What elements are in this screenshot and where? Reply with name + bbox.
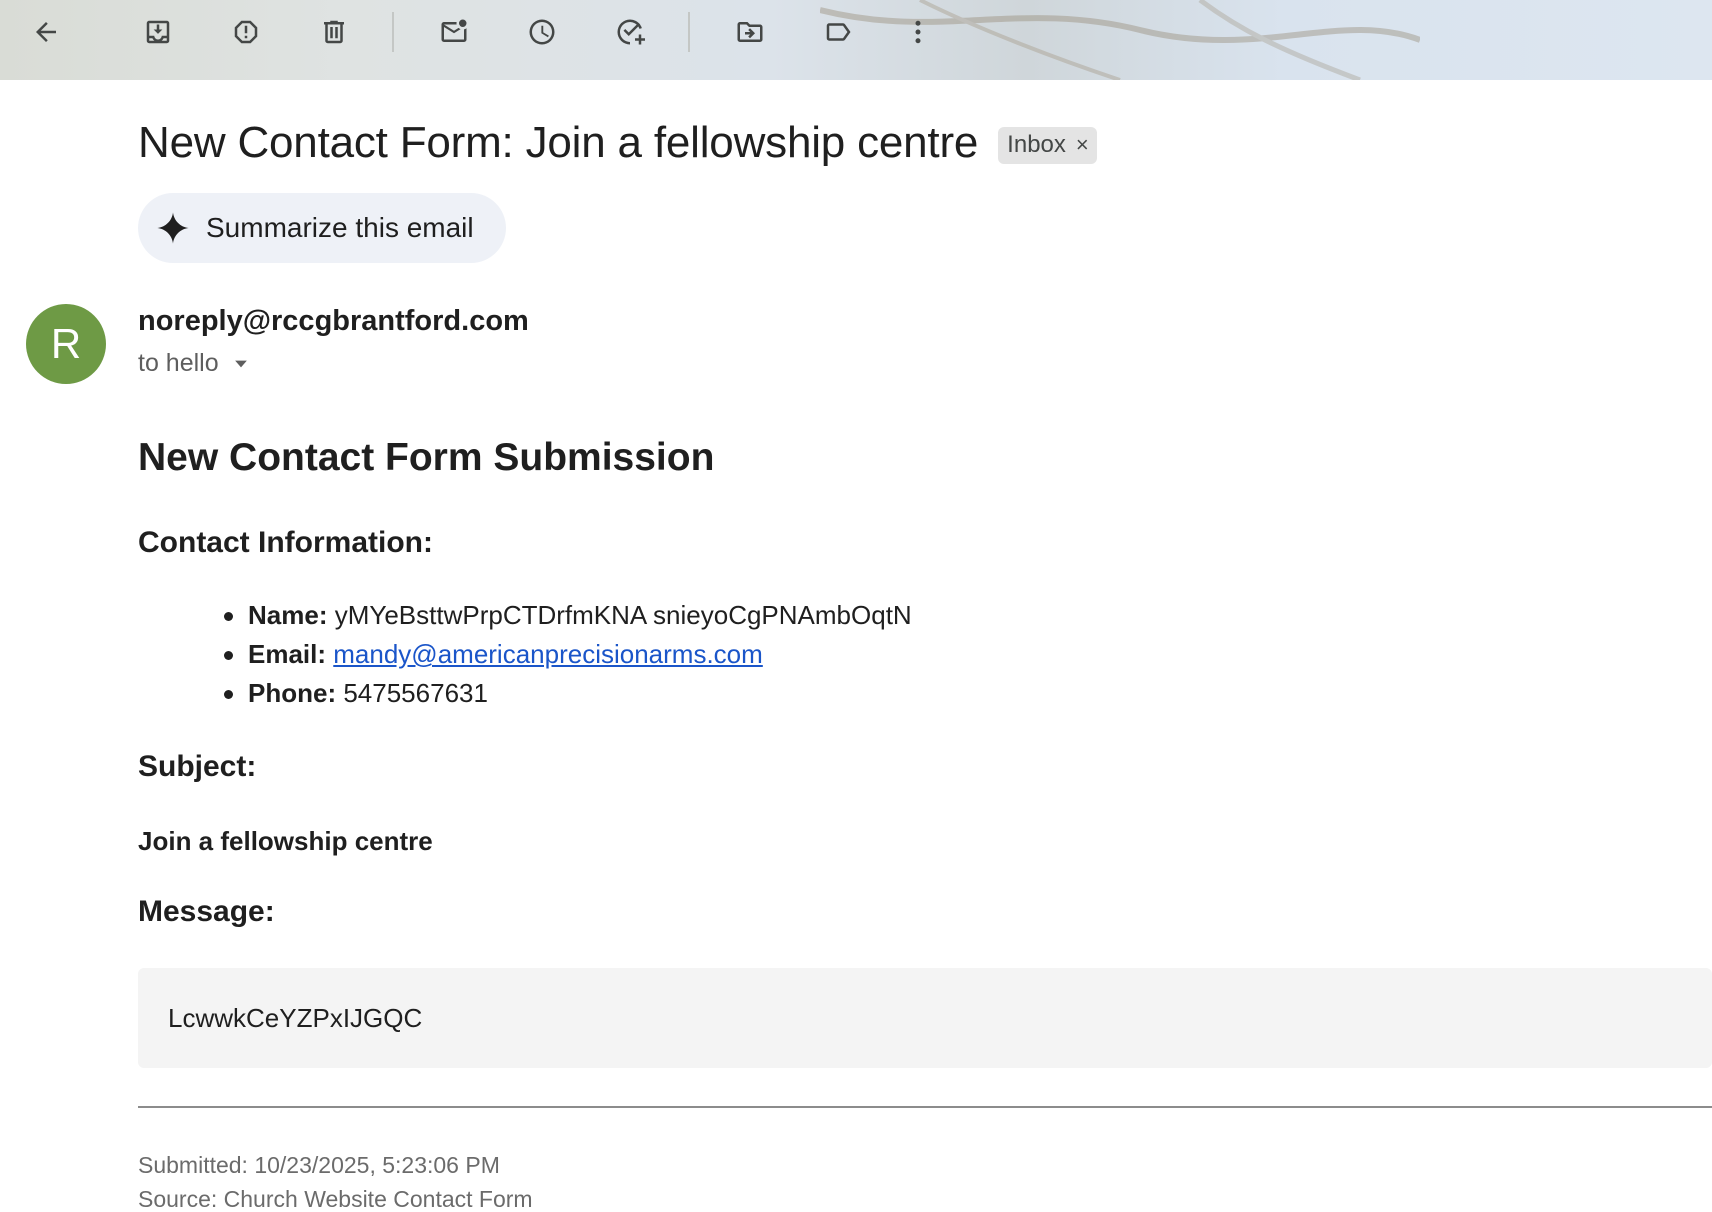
toolbar-divider (392, 12, 394, 52)
subject-heading: Subject: (138, 750, 257, 783)
list-item: Phone: 5475567631 (138, 674, 912, 713)
message-box: LcwwkCeYZPxIJGQC (138, 968, 1712, 1068)
email-label: Email: (248, 639, 327, 669)
archive-icon (146, 20, 170, 44)
contact-info-heading: Contact Information: (138, 526, 433, 559)
delete-button[interactable] (312, 10, 356, 54)
add-task-icon (617, 19, 645, 45)
snooze-button[interactable] (520, 10, 564, 54)
email-toolbar (0, 0, 1712, 80)
phone-value: 5475567631 (343, 678, 488, 708)
bullet (224, 612, 233, 621)
more-vertical-icon (915, 20, 921, 44)
toolbar-divider (688, 12, 690, 52)
archive-button[interactable] (136, 10, 180, 54)
submitted-timestamp: Submitted: 10/23/2025, 5:23:06 PM (138, 1152, 500, 1178)
move-to-button[interactable] (728, 10, 772, 54)
report-icon (234, 20, 258, 44)
sender-avatar[interactable]: R (26, 304, 106, 384)
remove-label-button[interactable]: × (1076, 132, 1089, 158)
inbox-label-chip[interactable]: Inbox × (998, 126, 1097, 164)
message-value: LcwwkCeYZPxIJGQC (168, 1002, 423, 1033)
move-folder-icon (737, 22, 763, 42)
sender-address[interactable]: noreply@rccgbrantford.com (138, 305, 529, 338)
divider (138, 1106, 1712, 1108)
bullet (224, 690, 233, 699)
mark-unread-icon (441, 19, 467, 42)
sparkle-icon (157, 212, 189, 244)
label-icon (826, 23, 851, 41)
subject-row: New Contact Form: Join a fellowship cent… (138, 118, 1097, 168)
name-value: yMYeBsttwPrpCTDrfmKNA snieyoCgPNAmbOqtN (334, 600, 912, 630)
more-button[interactable] (896, 10, 940, 54)
list-item: Email: mandy@americanprecisionarms.com (138, 635, 912, 674)
summarize-email-button[interactable]: Summarize this email (138, 193, 506, 263)
source-line: Source: Church Website Contact Form (138, 1186, 533, 1212)
add-task-button[interactable] (608, 10, 652, 54)
label-chip-text: Inbox (1007, 130, 1066, 158)
email-subject: New Contact Form: Join a fellowship cent… (138, 118, 979, 167)
summarize-label: Summarize this email (206, 212, 474, 243)
mark-unread-button[interactable] (432, 10, 476, 54)
recipient-text: to hello (138, 349, 219, 377)
contact-info-list: Name: yMYeBsttwPrpCTDrfmKNA snieyoCgPNAm… (138, 596, 912, 713)
email-view: New Contact Form: Join a fellowship cent… (0, 0, 1712, 1212)
email-link[interactable]: mandy@americanprecisionarms.com (333, 639, 763, 669)
trash-icon (324, 20, 344, 44)
list-item: Name: yMYeBsttwPrpCTDrfmKNA snieyoCgPNAm… (138, 596, 912, 635)
phone-label: Phone: (248, 678, 337, 708)
message-heading: Message: (138, 895, 275, 928)
body-heading: New Contact Form Submission (138, 436, 715, 479)
clock-icon (529, 19, 555, 45)
recipient-details-toggle[interactable]: to hello (138, 349, 251, 378)
report-spam-button[interactable] (224, 10, 268, 54)
caret-down-icon (234, 360, 247, 367)
name-label: Name: (248, 600, 328, 630)
subject-value: Join a fellowship centre (138, 826, 433, 856)
bullet (224, 651, 233, 660)
back-button[interactable] (24, 10, 68, 54)
arrow-left-icon (36, 22, 56, 42)
labels-button[interactable] (816, 10, 860, 54)
